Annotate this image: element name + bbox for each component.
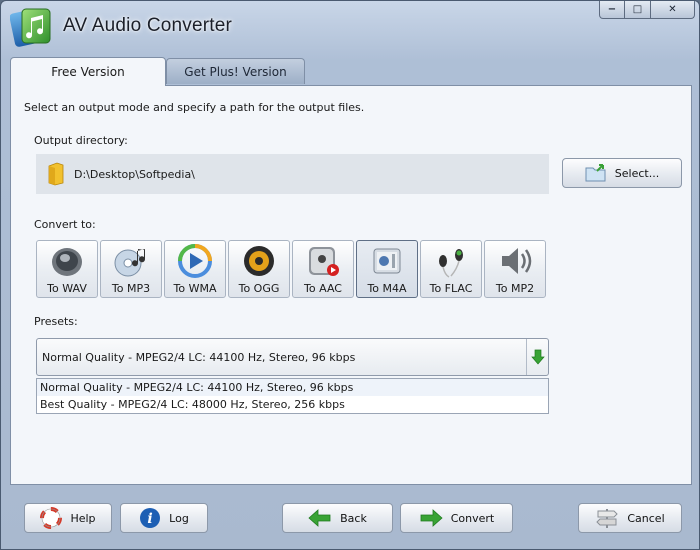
window-controls: − □ ✕ [599, 1, 695, 19]
presets-label: Presets: [34, 315, 78, 328]
apple-device-icon [303, 242, 343, 280]
to-wma-button[interactable]: To WMA [164, 240, 226, 298]
cancel-label: Cancel [627, 511, 665, 525]
tab-get-plus-version[interactable]: Get Plus! Version [166, 58, 305, 84]
tab-label: Get Plus! Version [184, 64, 287, 79]
maximize-icon: □ [632, 4, 643, 15]
convert-button[interactable]: Convert [400, 503, 513, 533]
ipod-speaker-icon [367, 242, 407, 280]
preset-selected-value: Normal Quality - MPEG2/4 LC: 44100 Hz, S… [42, 350, 356, 364]
preset-option[interactable]: Normal Quality - MPEG2/4 LC: 44100 Hz, S… [37, 379, 548, 396]
speaker-icon [47, 242, 87, 280]
select-button-label: Select... [614, 166, 660, 180]
convert-button-label: To WAV [47, 282, 87, 295]
speaker-cone-icon [239, 242, 279, 280]
cancel-button[interactable]: Cancel [578, 503, 682, 533]
back-label: Back [340, 511, 367, 525]
title-bar[interactable]: AV Audio Converter − □ ✕ [1, 1, 699, 53]
info-icon: i [139, 507, 161, 529]
minimize-icon: − [607, 4, 617, 15]
help-label: Help [70, 511, 96, 525]
signpost-icon [595, 507, 619, 529]
main-panel: Select an output mode and specify a path… [10, 85, 692, 485]
convert-button-label: To MP2 [495, 282, 535, 295]
output-directory-field[interactable]: D:\Desktop\Softpedia\ [36, 154, 549, 194]
instructions-text: Select an output mode and specify a path… [24, 101, 365, 114]
tab-free-version[interactable]: Free Version [10, 57, 166, 86]
lifebuoy-icon [40, 507, 63, 529]
to-wav-button[interactable]: To WAV [36, 240, 98, 298]
folder-icon [48, 162, 64, 186]
convert-to-label: Convert to: [34, 218, 96, 231]
convert-button-label: To OGG [238, 282, 280, 295]
to-m4a-button[interactable]: To M4A [356, 240, 418, 298]
to-aac-button[interactable]: To AAC [292, 240, 354, 298]
output-directory-path: D:\Desktop\Softpedia\ [74, 167, 195, 181]
arrow-down-icon [530, 349, 545, 365]
dropdown-arrow-button[interactable] [526, 339, 548, 375]
convert-button-label: To M4A [367, 282, 407, 295]
help-button[interactable]: Help [24, 503, 112, 533]
arrow-left-icon [308, 508, 332, 528]
to-mp2-button[interactable]: To MP2 [484, 240, 546, 298]
media-player-icon [175, 242, 215, 280]
cd-music-icon [111, 242, 151, 280]
minimize-button[interactable]: − [599, 1, 625, 19]
folder-open-icon [585, 163, 607, 183]
convert-mode-group: To WAV To MP3 To WMA To OGG To AAC To M4… [36, 240, 546, 298]
maximize-button[interactable]: □ [625, 1, 651, 19]
tab-label: Free Version [51, 65, 125, 79]
to-ogg-button[interactable]: To OGG [228, 240, 290, 298]
svg-text:i: i [148, 511, 153, 527]
convert-button-label: To WMA [173, 282, 217, 295]
output-directory-label: Output directory: [34, 134, 128, 147]
arrow-right-icon [419, 508, 443, 528]
app-title: AV Audio Converter [63, 15, 233, 36]
app-window: AV Audio Converter − □ ✕ Free Version Ge… [0, 0, 700, 550]
log-label: Log [169, 511, 189, 525]
app-logo-icon [10, 8, 51, 47]
close-button[interactable]: ✕ [651, 1, 695, 19]
presets-dropdown[interactable]: Normal Quality - MPEG2/4 LC: 44100 Hz, S… [36, 338, 549, 376]
convert-label: Convert [450, 511, 495, 525]
convert-button-label: To AAC [304, 282, 342, 295]
to-flac-button[interactable]: To FLAC [420, 240, 482, 298]
log-button[interactable]: i Log [120, 503, 208, 533]
convert-button-label: To MP3 [111, 282, 151, 295]
select-directory-button[interactable]: Select... [562, 158, 682, 188]
back-button[interactable]: Back [282, 503, 393, 533]
close-icon: ✕ [668, 4, 677, 15]
presets-dropdown-list: Normal Quality - MPEG2/4 LC: 44100 Hz, S… [36, 378, 549, 414]
volume-speaker-icon [495, 242, 535, 280]
earphones-icon [431, 242, 471, 280]
convert-button-label: To FLAC [429, 282, 473, 295]
preset-option[interactable]: Best Quality - MPEG2/4 LC: 48000 Hz, Ste… [37, 396, 548, 413]
to-mp3-button[interactable]: To MP3 [100, 240, 162, 298]
